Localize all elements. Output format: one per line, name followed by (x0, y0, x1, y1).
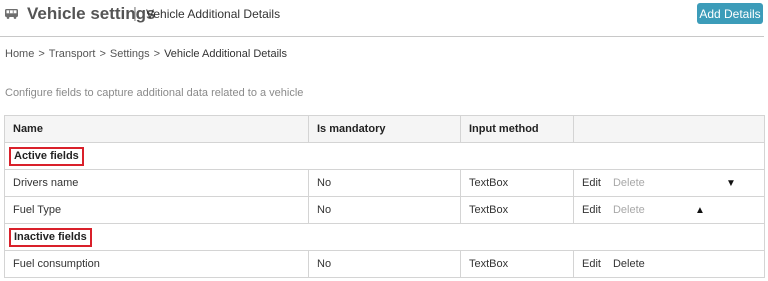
add-details-button[interactable]: Add Details (697, 3, 763, 24)
field-mandatory: No (308, 250, 461, 278)
breadcrumb-separator: > (38, 48, 45, 60)
edit-link[interactable]: Edit (582, 258, 601, 270)
field-name: Fuel Type (4, 196, 309, 224)
page-header: Vehicle settings | Vehicle Additional De… (0, 0, 768, 36)
breadcrumb-settings[interactable]: Settings (110, 48, 150, 60)
breadcrumb-separator: > (99, 48, 106, 60)
table-row: Drivers name No TextBox Edit Delete ▼ (4, 169, 765, 197)
table-row: Fuel consumption No TextBox Edit Delete (4, 250, 765, 278)
row-actions: Edit Delete (573, 250, 765, 278)
field-mandatory: No (308, 196, 461, 224)
inactive-fields-label: Inactive fields (9, 227, 92, 247)
table-header-row: Name Is mandatory Input method (4, 115, 765, 143)
delete-link[interactable]: Delete (613, 258, 645, 270)
field-mandatory: No (308, 169, 461, 197)
field-input-method: TextBox (460, 169, 574, 197)
header-divider (0, 36, 764, 37)
edit-link[interactable]: Edit (582, 177, 601, 189)
field-input-method: TextBox (460, 196, 574, 224)
breadcrumb-separator: > (153, 48, 161, 60)
field-name: Fuel consumption (4, 250, 309, 278)
fields-table: Name Is mandatory Input method Active fi… (4, 115, 765, 278)
column-header-mandatory: Is mandatory (308, 115, 461, 143)
page-description: Configure fields to capture additional d… (5, 87, 304, 99)
breadcrumb: Home > Transport > Settings > Vehicle Addition… (5, 48, 287, 60)
title-separator: | (133, 5, 137, 22)
section-row-inactive: Inactive fields (4, 223, 765, 251)
breadcrumb-current: Vehicle Additional Details (164, 48, 287, 60)
bus-icon (5, 9, 18, 19)
breadcrumb-transport[interactable]: Transport (49, 48, 96, 60)
column-header-actions (573, 115, 765, 143)
page-subtitle: Vehicle Additional Details (146, 7, 281, 21)
move-down-arrow-icon[interactable]: ▼ (726, 178, 736, 189)
row-actions: Edit Delete ▼ (573, 169, 765, 197)
column-header-name: Name (4, 115, 309, 143)
edit-link[interactable]: Edit (582, 204, 601, 216)
column-header-input-method: Input method (460, 115, 574, 143)
move-up-arrow-icon[interactable]: ▲ (695, 205, 705, 216)
row-actions: Edit Delete ▲ (573, 196, 765, 224)
active-fields-label: Active fields (9, 146, 84, 166)
delete-link[interactable]: Delete (613, 177, 645, 189)
field-input-method: TextBox (460, 250, 574, 278)
breadcrumb-home[interactable]: Home (5, 48, 34, 60)
field-name: Drivers name (4, 169, 309, 197)
section-row-active: Active fields (4, 142, 765, 170)
table-row: Fuel Type No TextBox Edit Delete ▲ (4, 196, 765, 224)
delete-link[interactable]: Delete (613, 204, 645, 216)
